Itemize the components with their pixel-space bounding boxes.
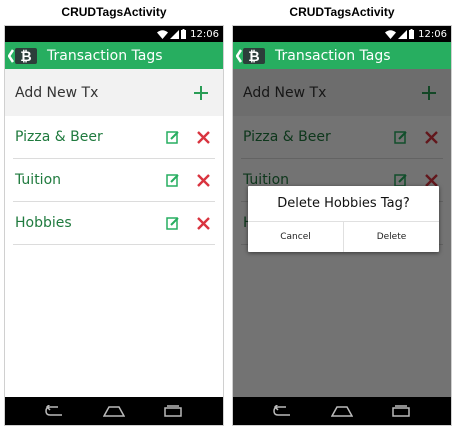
- dialog-title: Delete Hobbies Tag?: [248, 186, 439, 222]
- tag-list: Pizza & Beer Tuition Hob: [5, 116, 223, 245]
- cancel-button[interactable]: Cancel: [248, 222, 343, 252]
- app-bar: ₿ Transaction Tags: [5, 42, 223, 69]
- app-bar-title: Transaction Tags: [47, 47, 163, 64]
- delete-x-icon[interactable]: [195, 172, 211, 188]
- home-icon[interactable]: [102, 405, 125, 417]
- delete-button[interactable]: Delete: [343, 222, 439, 252]
- edit-icon[interactable]: [165, 215, 181, 231]
- screen-caption-right: CRUDTagsActivity: [289, 5, 395, 19]
- bitcoin-logo-icon[interactable]: ₿: [233, 42, 269, 69]
- svg-text:₿: ₿: [248, 49, 259, 65]
- add-new-tag-row[interactable]: Add New Tx: [5, 69, 223, 116]
- tag-name: Hobbies: [15, 215, 72, 231]
- add-new-label: Add New Tx: [15, 84, 99, 101]
- tag-name: Tuition: [15, 172, 62, 188]
- edit-icon[interactable]: [165, 172, 181, 188]
- delete-x-icon[interactable]: [195, 215, 211, 231]
- list-item: Pizza & Beer: [13, 116, 215, 159]
- recents-icon[interactable]: [162, 405, 184, 417]
- back-icon[interactable]: [44, 405, 66, 417]
- delete-x-icon[interactable]: [195, 129, 211, 145]
- status-bar: 12:06: [5, 26, 223, 42]
- signal-icon: [398, 29, 408, 39]
- screen-caption-left: CRUDTagsActivity: [61, 5, 167, 19]
- signal-icon: [170, 29, 180, 39]
- status-bar: 12:06: [233, 26, 451, 42]
- app-bar-title: Transaction Tags: [275, 47, 391, 64]
- bitcoin-logo-icon[interactable]: ₿: [5, 42, 41, 69]
- list-item: Tuition: [13, 159, 215, 202]
- wifi-icon: [385, 29, 397, 39]
- phone-screen-delete-dialog: 12:06 ₿ Transaction Tags Add New Tx Pizz…: [232, 25, 452, 426]
- delete-tag-dialog: Delete Hobbies Tag? Cancel Delete: [248, 186, 439, 252]
- edit-icon[interactable]: [165, 129, 181, 145]
- battery-icon: [409, 29, 415, 39]
- tag-name: Pizza & Beer: [15, 129, 103, 145]
- nav-bar: [233, 397, 451, 425]
- status-time: 12:06: [190, 28, 219, 40]
- home-icon[interactable]: [330, 405, 353, 417]
- phone-screen-list: 12:06 ₿ Transaction Tags Add New Tx Pizz…: [4, 25, 224, 426]
- recents-icon[interactable]: [390, 405, 412, 417]
- plus-icon[interactable]: [193, 80, 209, 106]
- nav-bar: [5, 397, 223, 425]
- battery-icon: [181, 29, 187, 39]
- status-time: 12:06: [418, 28, 447, 40]
- svg-text:₿: ₿: [20, 49, 31, 65]
- app-bar: ₿ Transaction Tags: [233, 42, 451, 69]
- back-icon[interactable]: [272, 405, 294, 417]
- list-item: Hobbies: [13, 202, 215, 245]
- wifi-icon: [157, 29, 169, 39]
